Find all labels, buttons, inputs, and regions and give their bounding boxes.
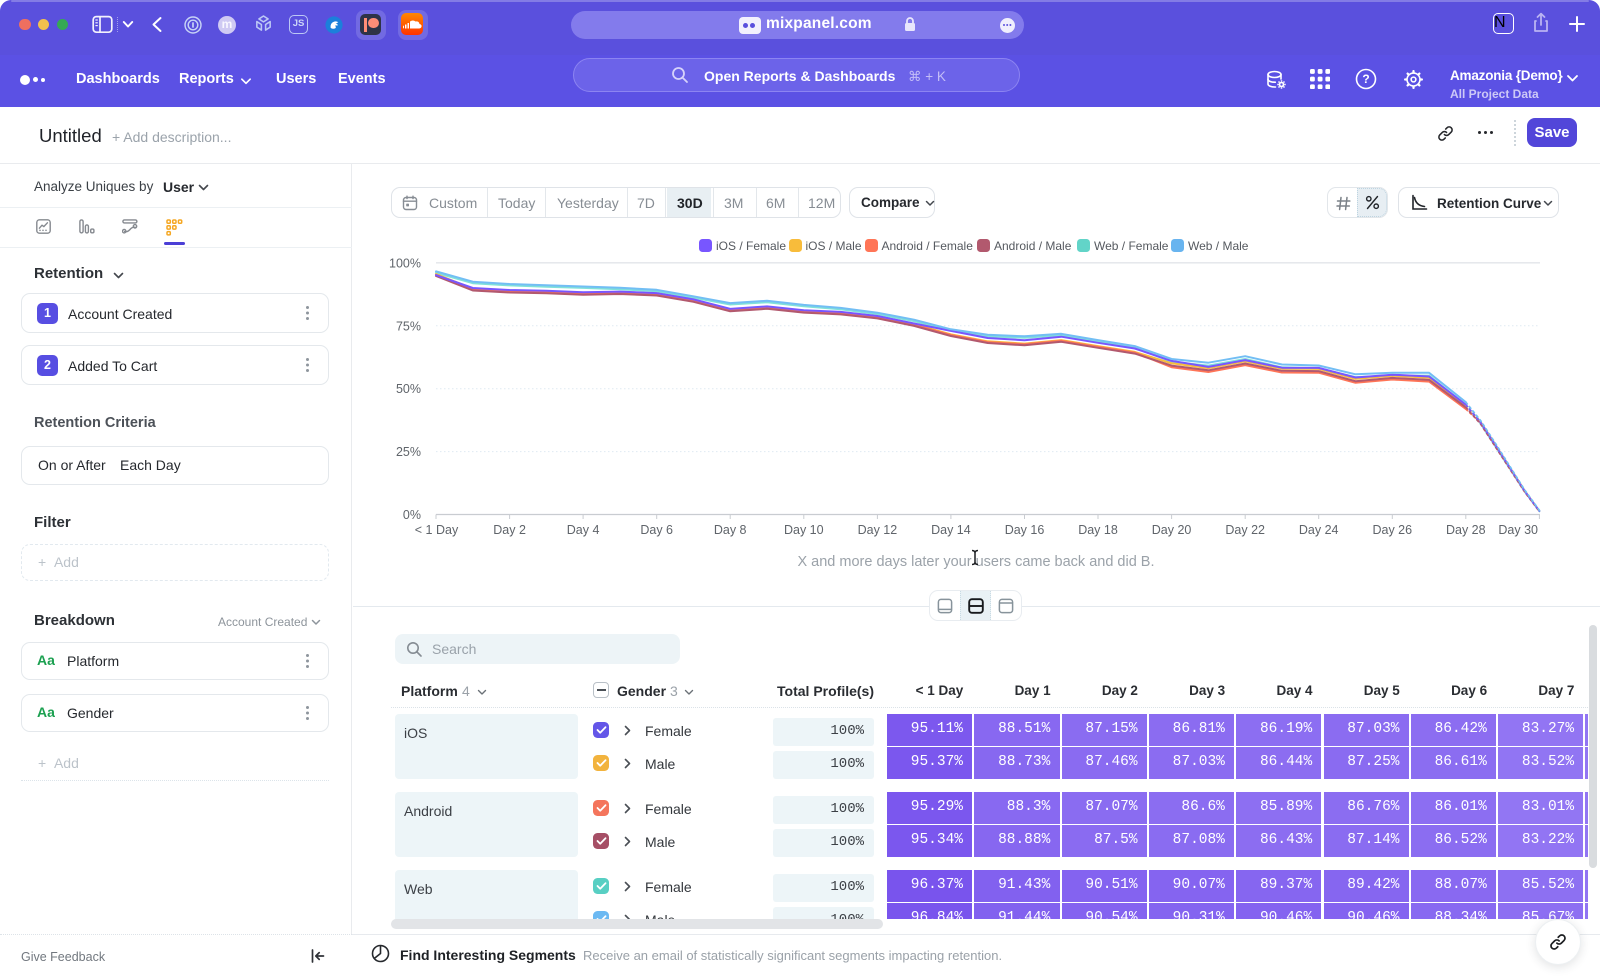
svg-text:Day 16: Day 16 [1005, 523, 1045, 537]
svg-text:Day 2: Day 2 [493, 523, 526, 537]
svg-text:Day 8: Day 8 [714, 523, 747, 537]
svg-text:?: ? [1362, 72, 1369, 86]
svg-text:Day 6: Day 6 [640, 523, 673, 537]
svg-text:Day 20: Day 20 [1152, 523, 1192, 537]
svg-text:Day 28: Day 28 [1446, 523, 1486, 537]
svg-text:Day 30: Day 30 [1498, 523, 1538, 537]
svg-text:100%: 100% [389, 256, 421, 270]
svg-text:Day 18: Day 18 [1078, 523, 1118, 537]
svg-text:< 1 Day: < 1 Day [415, 523, 459, 537]
svg-text:Day 12: Day 12 [858, 523, 898, 537]
svg-text:Day 26: Day 26 [1372, 523, 1412, 537]
svg-text:Day 22: Day 22 [1225, 523, 1265, 537]
svg-text:75%: 75% [396, 319, 421, 333]
svg-text:Day 10: Day 10 [784, 523, 824, 537]
svg-text:0%: 0% [403, 508, 421, 522]
svg-text:50%: 50% [396, 382, 421, 396]
svg-text:Day 14: Day 14 [931, 523, 971, 537]
svg-text:25%: 25% [396, 445, 421, 459]
svg-text:Day 4: Day 4 [567, 523, 600, 537]
svg-text:Day 24: Day 24 [1299, 523, 1339, 537]
